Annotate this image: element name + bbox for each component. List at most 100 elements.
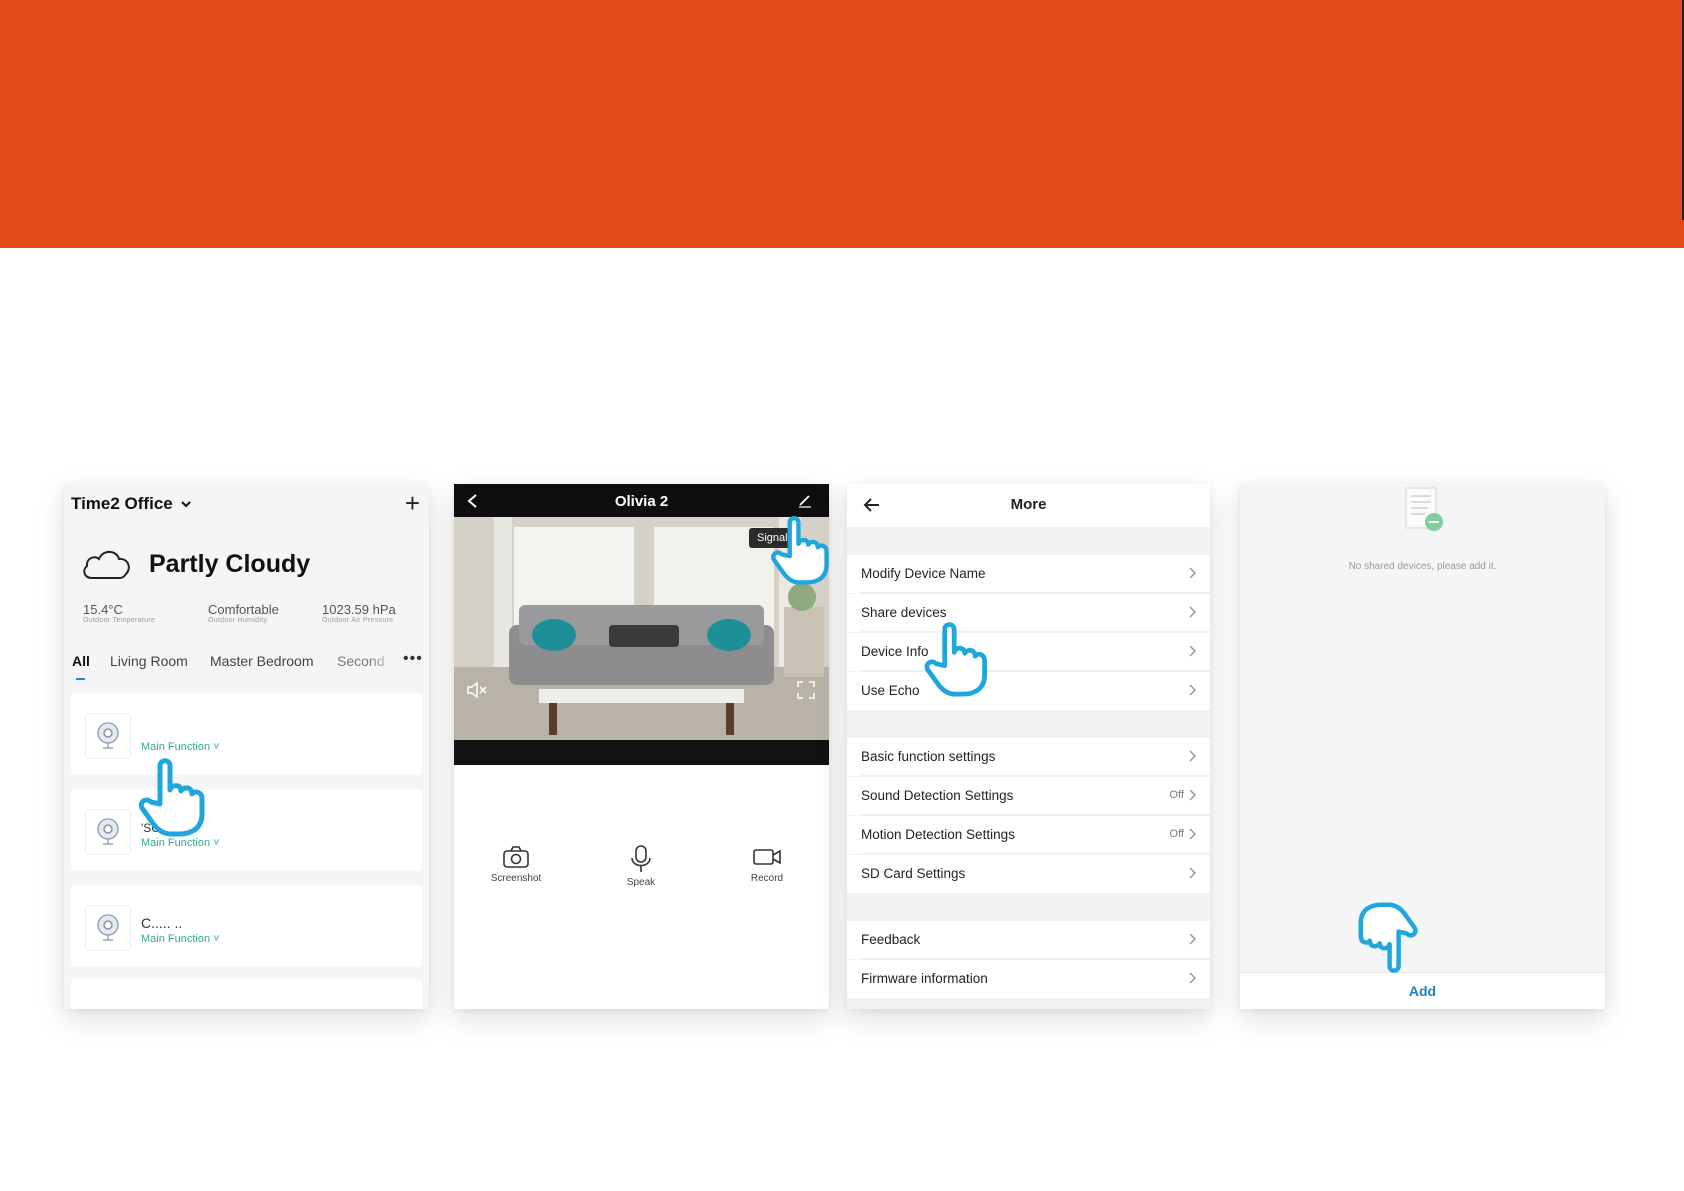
weather-condition: Partly Cloudy [149, 550, 311, 578]
main-function-dropdown[interactable]: Main Function ˅ [141, 837, 220, 849]
more-screen: More Modify Device Name Share devices De… [847, 484, 1210, 1009]
speak-button[interactable]: Speak [601, 844, 681, 888]
screenshot-button[interactable]: Screenshot [476, 844, 556, 884]
pointer-hand-icon [924, 622, 987, 697]
empty-state-message: No shared devices, please add it. [1348, 561, 1497, 572]
more-title: More [1010, 496, 1047, 513]
camera-thumbnail [85, 905, 131, 951]
fullscreen-icon[interactable] [796, 680, 816, 700]
menu-label: Share devices [861, 605, 947, 620]
tab-all[interactable]: All [72, 653, 90, 669]
empty-document-icon [1405, 487, 1443, 531]
stat-pressure: 1023.59 hPa Outdoor Air Pressure [322, 602, 396, 624]
divider [861, 814, 1210, 815]
menu-firmware-information[interactable]: Firmware information [847, 960, 1210, 998]
screenshot-label: Screenshot [490, 873, 542, 884]
stat-humidity: Comfortable Outdoor Humidity [208, 602, 279, 624]
chevron-right-icon [1189, 750, 1197, 762]
menu-value: Off [1169, 828, 1184, 840]
chevron-right-icon [1189, 828, 1197, 840]
pointer-hand-icon [771, 516, 829, 585]
add-button[interactable]: Add [1240, 972, 1605, 1009]
home-screen: Time2 Office + Partly Cloudy 15.4°C Outd… [64, 484, 429, 1009]
home-selector[interactable]: Time2 Office [71, 494, 192, 514]
video-record-icon [753, 849, 781, 865]
stat-label: Outdoor Humidity [208, 617, 268, 624]
menu-sound-detection[interactable]: Sound Detection Settings Off [847, 777, 1210, 815]
menu-feedback[interactable]: Feedback [847, 921, 1210, 959]
menu-label: Sound Detection Settings [861, 788, 1014, 803]
record-button[interactable]: Record [727, 844, 807, 884]
device-card[interactable]: C..... .. Main Function ˅ [71, 885, 422, 967]
divider [861, 631, 1210, 632]
main-function-label: Main Function [141, 741, 211, 753]
tab-fade [369, 650, 399, 674]
add-label: Add [1408, 983, 1437, 999]
menu-label: SD Card Settings [861, 866, 966, 881]
camera-title: Olivia 2 [614, 493, 669, 510]
pointer-hand-icon [1358, 902, 1418, 973]
video-control-bar [454, 740, 829, 765]
chevron-right-icon [1189, 867, 1197, 879]
stat-value: 15.4°C [83, 602, 123, 617]
camera-icon [97, 722, 119, 749]
divider [861, 853, 1210, 854]
share-screen: No shared devices, please add it. Add [1240, 484, 1605, 1009]
device-card[interactable] [71, 979, 422, 1009]
tab-living-room[interactable]: Living Room [110, 653, 188, 669]
menu-device-info[interactable]: Device Info [847, 633, 1210, 671]
device-card[interactable]: 'SC Main Function ˅ [71, 789, 422, 871]
device-name: C..... .. [141, 915, 183, 931]
stat-label: Outdoor Air Pressure [322, 617, 394, 624]
device-card[interactable]: Main Function ˅ [71, 693, 422, 775]
edit-icon[interactable] [797, 492, 813, 508]
camera-icon [97, 914, 119, 941]
chevron-right-icon [1189, 789, 1197, 801]
chevron-down-icon [181, 501, 192, 508]
pointer-hand-icon [138, 758, 205, 837]
tab-indicator [76, 678, 85, 680]
menu-motion-detection[interactable]: Motion Detection Settings Off [847, 816, 1210, 854]
stat-value: 1023.59 hPa [322, 602, 396, 617]
main-function-dropdown[interactable]: Main Function ˅ [141, 741, 220, 753]
chevron-right-icon [1189, 645, 1197, 657]
divider [861, 670, 1210, 671]
record-label: Record [750, 873, 784, 884]
add-icon[interactable]: + [405, 490, 420, 516]
chevron-right-icon [1189, 606, 1197, 618]
divider [861, 958, 1210, 959]
menu-use-echo[interactable]: Use Echo [847, 672, 1210, 710]
main-function-label: Main Function [141, 933, 211, 945]
menu-label: Device Info [861, 644, 929, 659]
menu-label: Feedback [861, 932, 921, 947]
chevron-right-icon [1189, 933, 1197, 945]
menu-basic-function-settings[interactable]: Basic function settings [847, 738, 1210, 776]
camera-thumbnail [85, 809, 131, 855]
menu-label: Basic function settings [861, 749, 996, 764]
menu-sd-card-settings[interactable]: SD Card Settings [847, 855, 1210, 893]
camera-screen: Olivia 2 Signal Screenshot Speak Record [454, 484, 829, 1009]
cloud-icon [83, 550, 130, 579]
camera-icon [97, 818, 119, 845]
tab-master-bedroom[interactable]: Master Bedroom [210, 653, 313, 669]
main-function-label: Main Function [141, 837, 211, 849]
chevron-right-icon [1189, 684, 1197, 696]
home-title: Time2 Office [71, 494, 173, 513]
divider [861, 592, 1210, 593]
stat-label: Outdoor Temperature [83, 617, 156, 624]
main-function-dropdown[interactable]: Main Function ˅ [141, 933, 220, 945]
speak-label: Speak [626, 877, 656, 888]
divider [861, 775, 1210, 776]
menu-modify-device-name[interactable]: Modify Device Name [847, 555, 1210, 593]
stat-value: Comfortable [208, 602, 279, 617]
microphone-icon [631, 845, 651, 872]
chevron-right-icon [1189, 567, 1197, 579]
menu-share-devices[interactable]: Share devices [847, 594, 1210, 632]
menu-label: Motion Detection Settings [861, 827, 1015, 842]
header-banner [0, 0, 1684, 248]
camera-snapshot-icon [503, 846, 529, 868]
stat-temperature: 15.4°C Outdoor Temperature [83, 602, 155, 624]
more-tabs-icon[interactable]: ••• [403, 650, 423, 668]
menu-label: Use Echo [861, 683, 920, 698]
mute-icon[interactable] [466, 681, 488, 699]
